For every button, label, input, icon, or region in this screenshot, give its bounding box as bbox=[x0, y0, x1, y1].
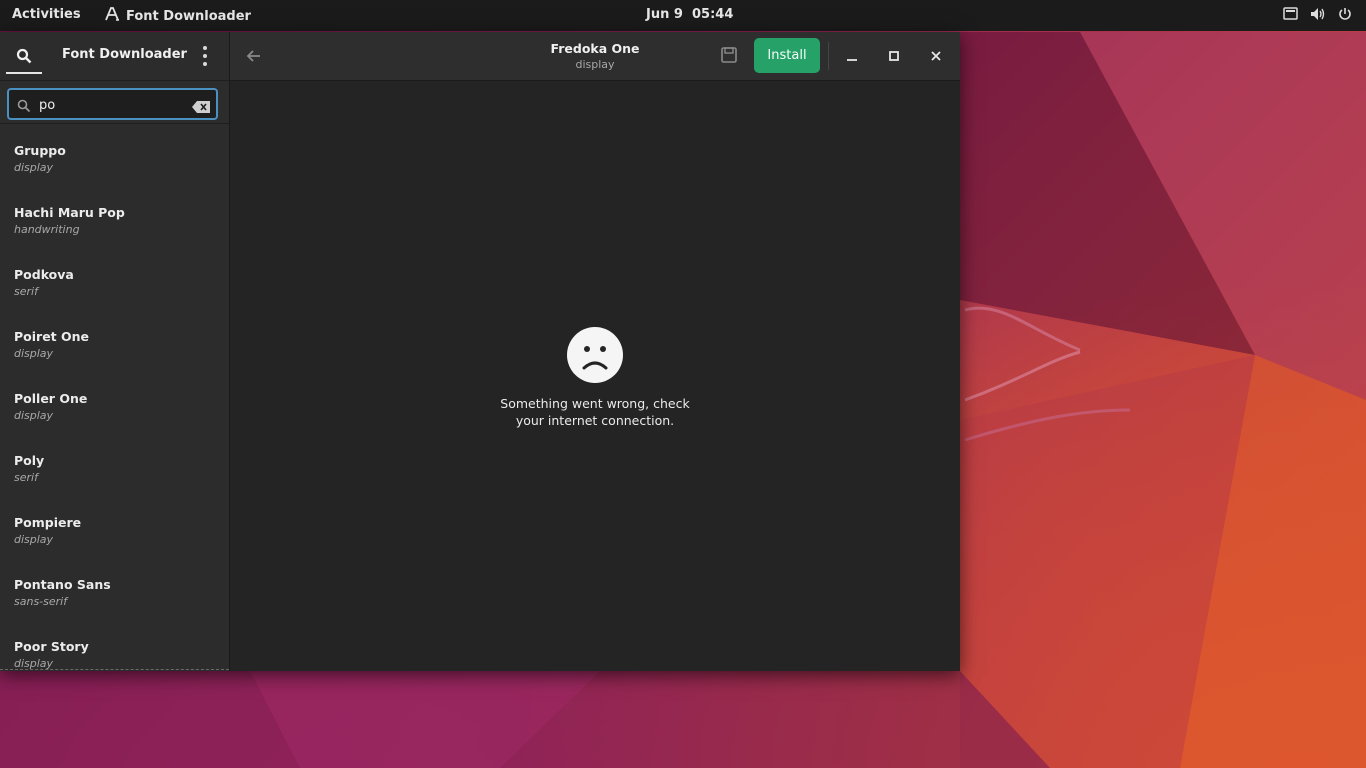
font-category: display bbox=[14, 347, 54, 360]
font-category: serif bbox=[14, 471, 38, 484]
font-category: handwriting bbox=[14, 223, 80, 236]
font-name: Hachi Maru Pop bbox=[14, 205, 125, 220]
system-tray[interactable] bbox=[1283, 7, 1352, 25]
font-name: Pompiere bbox=[14, 515, 82, 530]
font-name: Podkova bbox=[14, 267, 74, 282]
font-category: sans-serif bbox=[14, 595, 68, 608]
minimize-icon[interactable] bbox=[842, 46, 862, 66]
font-name: Poller One bbox=[14, 391, 88, 406]
gnome-top-bar: Activities Font Downloader Jun 9 05:44 bbox=[0, 0, 1366, 31]
search-toggle-button[interactable] bbox=[6, 42, 42, 74]
sidebar-header: Font Downloader bbox=[0, 32, 229, 81]
font-a-icon bbox=[104, 6, 120, 26]
sidebar-title: Font Downloader bbox=[62, 47, 187, 62]
font-category: display bbox=[14, 161, 54, 174]
clock-date: Jun 9 bbox=[646, 7, 683, 22]
power-icon[interactable] bbox=[1338, 7, 1352, 25]
search-icon bbox=[16, 48, 32, 68]
search-bar bbox=[0, 81, 229, 124]
font-preview-pane: Fredoka One display Install Something we… bbox=[230, 32, 960, 671]
font-category: display bbox=[14, 533, 54, 546]
save-icon[interactable] bbox=[720, 46, 738, 68]
search-input[interactable] bbox=[37, 94, 191, 116]
font-downloader-window: Font Downloader Gruppo display Hachi Mar… bbox=[0, 32, 960, 671]
list-item[interactable]: Poller One display bbox=[0, 377, 229, 439]
close-icon[interactable] bbox=[926, 46, 946, 66]
list-item[interactable]: Pontano Sans sans-serif bbox=[0, 563, 229, 625]
font-category: serif bbox=[14, 285, 38, 298]
list-item[interactable]: Podkova serif bbox=[0, 253, 229, 315]
font-name: Gruppo bbox=[14, 143, 66, 158]
list-item[interactable]: Pompiere display bbox=[0, 501, 229, 563]
list-item[interactable]: Poiret One display bbox=[0, 315, 229, 377]
clock[interactable]: Jun 9 05:44 bbox=[646, 7, 733, 22]
activities-button[interactable]: Activities bbox=[12, 7, 81, 22]
list-item[interactable]: Poly serif bbox=[0, 439, 229, 501]
font-category: display bbox=[14, 409, 54, 422]
font-name: Pontano Sans bbox=[14, 577, 111, 592]
clock-time: 05:44 bbox=[691, 7, 734, 22]
error-message: Something went wrong, check your interne… bbox=[500, 396, 690, 428]
sad-face-icon bbox=[567, 327, 623, 383]
list-item[interactable]: Hachi Maru Pop handwriting bbox=[0, 191, 229, 253]
screen-icon[interactable] bbox=[1283, 7, 1298, 25]
font-name: Poiret One bbox=[14, 329, 90, 344]
list-item[interactable]: Gruppo display bbox=[0, 129, 229, 191]
maximize-icon[interactable] bbox=[884, 46, 904, 66]
list-item[interactable]: Poor Story display bbox=[0, 625, 229, 671]
content-header-bar: Fredoka One display Install bbox=[230, 32, 960, 81]
app-menu[interactable]: Font Downloader bbox=[104, 6, 251, 26]
header-separator bbox=[828, 42, 829, 70]
font-name: Poly bbox=[14, 453, 45, 468]
clear-backspace-icon[interactable] bbox=[192, 98, 210, 117]
font-name: Poor Story bbox=[14, 639, 89, 654]
app-menu-label: Font Downloader bbox=[126, 8, 251, 24]
search-input-container bbox=[7, 88, 218, 120]
list-overflow-edge bbox=[0, 669, 229, 670]
kebab-menu-icon[interactable] bbox=[196, 46, 214, 66]
volume-icon[interactable] bbox=[1310, 7, 1326, 25]
font-list: Gruppo display Hachi Maru Pop handwritin… bbox=[0, 129, 229, 671]
magnifier-icon bbox=[17, 98, 31, 117]
install-button[interactable]: Install bbox=[754, 38, 820, 73]
error-state: Something went wrong, check your interne… bbox=[230, 327, 960, 429]
sidebar: Font Downloader Gruppo display Hachi Mar… bbox=[0, 32, 230, 671]
